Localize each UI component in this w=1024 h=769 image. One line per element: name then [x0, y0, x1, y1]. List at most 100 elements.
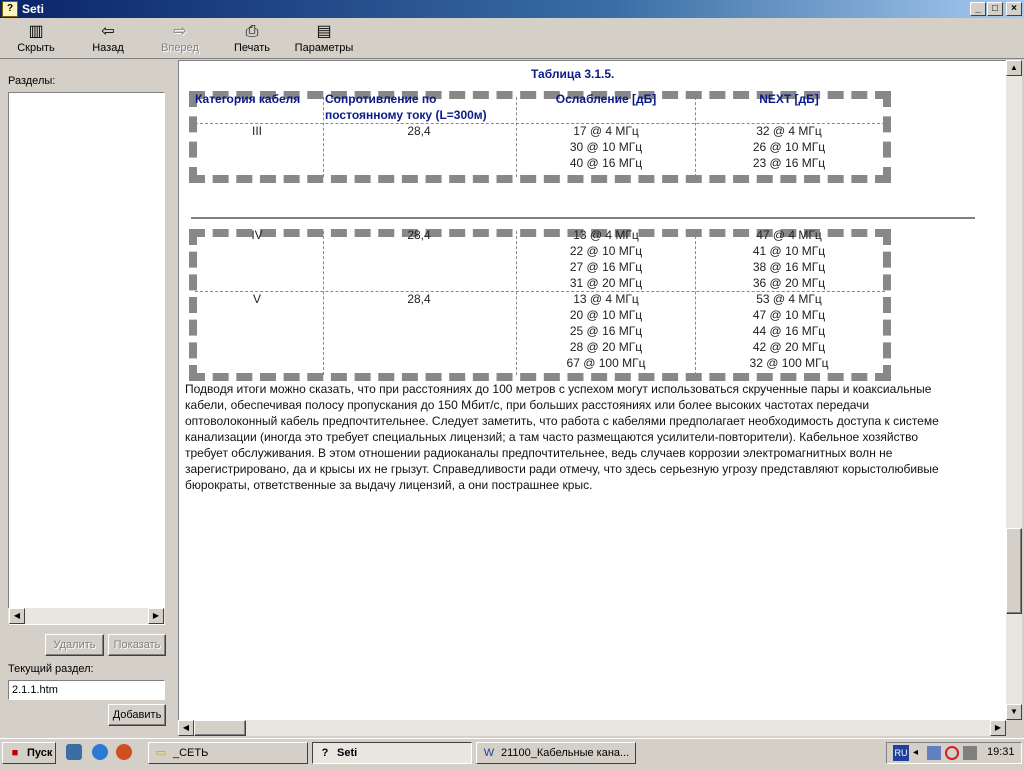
options-icon: ▤ — [316, 23, 332, 40]
scroll-left-icon[interactable]: ◀ — [178, 720, 194, 736]
scroll-thumb[interactable] — [194, 720, 246, 736]
close-button[interactable]: × — [1006, 2, 1022, 16]
table-divider — [695, 231, 696, 375]
forward-button[interactable]: ⇨ Вперед — [154, 20, 206, 58]
attenuation-value: 22 @ 10 МГц — [569, 244, 643, 258]
speaker-icon[interactable]: ◂ — [913, 747, 918, 758]
scroll-right-icon[interactable]: ▶ — [148, 608, 164, 624]
table-caption: Таблица 3.1.5. — [531, 67, 615, 81]
scroll-right-icon[interactable]: ▶ — [990, 720, 1006, 736]
table-divider — [516, 231, 517, 375]
task-label: 21100_Кабельные кана... — [501, 747, 630, 759]
sections-list[interactable] — [8, 92, 165, 625]
task-label: _СЕТЬ — [173, 747, 209, 759]
header-resistance: Сопротивление по постоянному току (L=300… — [325, 92, 487, 122]
hide-pane-icon: ▥ — [28, 23, 44, 40]
table-divider — [323, 231, 324, 375]
attenuation-value: 31 @ 20 МГц — [569, 276, 643, 290]
hide-button[interactable]: ▥ Скрыть — [10, 20, 62, 58]
print-label: Печать — [233, 42, 271, 54]
next-value: 42 @ 20 МГц — [752, 340, 826, 354]
maximize-button[interactable]: □ — [987, 2, 1003, 16]
sidebar: Разделы: ◀ ▶ Удалить Показать Текущий ра… — [0, 60, 176, 738]
row-category: IV — [251, 228, 263, 242]
hide-label: Скрыть — [17, 42, 55, 54]
current-section-input[interactable]: 2.1.1.htm — [8, 680, 165, 700]
scroll-up-icon[interactable]: ▲ — [1006, 60, 1022, 76]
browser-icon[interactable] — [116, 744, 132, 760]
next-value: 23 @ 16 МГц — [752, 156, 826, 170]
delete-button[interactable]: Удалить — [45, 634, 104, 656]
attenuation-value: 20 @ 10 МГц — [569, 308, 643, 322]
next-value: 47 @ 10 МГц — [752, 308, 826, 322]
row-resistance: 28,4 — [407, 228, 431, 242]
print-button[interactable]: ⎙ Печать — [226, 20, 278, 58]
back-button[interactable]: ⇦ Назад — [84, 20, 132, 58]
taskbar: ■ Пуск ▭ _СЕТЬ ? Seti W 21100_Кабельные … — [0, 738, 1024, 769]
next-value: 36 @ 20 МГц — [752, 276, 826, 290]
row-resistance: 28,4 — [407, 292, 431, 306]
table-divider — [323, 97, 324, 177]
arrow-right-icon: ⇨ — [173, 23, 187, 40]
next-value: 44 @ 16 МГц — [752, 324, 826, 338]
back-label: Назад — [92, 42, 124, 54]
attenuation-value: 13 @ 4 МГц — [573, 228, 639, 242]
row-next: 32 @ 4 МГц 26 @ 10 МГц 23 @ 16 МГц — [699, 123, 879, 171]
help-app-icon: ? — [321, 747, 329, 759]
clock: 19:31 — [987, 746, 1015, 758]
title-bar: ? Seti _ □ × — [0, 0, 1024, 18]
printer-icon: ⎙ — [245, 23, 259, 40]
add-button[interactable]: Добавить — [108, 704, 166, 726]
task-word[interactable]: W 21100_Кабельные кана... — [476, 742, 636, 764]
toolbar: ▥ Скрыть ⇦ Назад ⇨ Вперед ⎙ Печать ▤ Пар… — [0, 18, 1024, 59]
attenuation-value: 27 @ 16 МГц — [569, 260, 643, 274]
next-value: 32 @ 100 МГц — [749, 356, 829, 370]
row-next: 47 @ 4 МГц 41 @ 10 МГц 38 @ 16 МГц 36 @ … — [699, 227, 879, 291]
scroll-down-icon[interactable]: ▼ — [1006, 704, 1022, 720]
task-seti[interactable]: ? Seti — [312, 742, 472, 764]
windows-logo-icon: ■ — [11, 747, 19, 759]
word-icon: W — [483, 747, 495, 759]
next-value: 47 @ 4 МГц — [756, 228, 822, 242]
window-title: Seti — [22, 2, 45, 16]
sections-horizontal-scrollbar[interactable]: ◀ ▶ — [8, 608, 165, 624]
next-value: 41 @ 10 МГц — [752, 244, 826, 258]
page-break-rule — [191, 217, 975, 219]
header-next: NEXT [дБ] — [759, 92, 819, 106]
system-tray: RU ◂ 19:31 — [886, 742, 1022, 764]
options-button[interactable]: ▤ Параметры — [290, 20, 358, 58]
summary-paragraph: Подводя итоги можно сказать, что при рас… — [185, 382, 939, 492]
network-icon[interactable] — [927, 746, 941, 760]
options-label: Параметры — [294, 42, 354, 54]
antivirus-icon[interactable] — [945, 746, 959, 760]
start-button[interactable]: ■ Пуск — [2, 742, 56, 764]
attenuation-value: 25 @ 16 МГц — [569, 324, 643, 338]
table-divider — [516, 97, 517, 177]
next-value: 53 @ 4 МГц — [756, 292, 822, 306]
attenuation-value: 28 @ 20 МГц — [569, 340, 643, 354]
help-app-icon: ? — [2, 1, 18, 17]
current-section-label: Текущий раздел: — [8, 663, 94, 675]
content-horizontal-scrollbar[interactable]: ◀ ▶ — [178, 720, 1006, 736]
show-button[interactable]: Показать — [108, 634, 166, 656]
next-value: 38 @ 16 МГц — [752, 260, 826, 274]
language-indicator[interactable]: RU — [893, 745, 909, 761]
minimize-button[interactable]: _ — [970, 2, 986, 16]
attenuation-value: 13 @ 4 МГц — [573, 292, 639, 306]
task-folder[interactable]: ▭ _СЕТЬ — [148, 742, 308, 764]
next-value: 32 @ 4 МГц — [756, 124, 822, 138]
table-divider — [695, 97, 696, 177]
row-category: V — [252, 292, 261, 306]
desktop-icon[interactable] — [66, 744, 82, 760]
header-category: Категория кабеля — [195, 92, 301, 106]
scroll-thumb[interactable] — [1006, 528, 1022, 614]
tray-app-icon[interactable] — [963, 746, 977, 760]
scroll-left-icon[interactable]: ◀ — [9, 608, 25, 624]
folder-icon: ▭ — [155, 747, 167, 759]
ie-icon[interactable] — [92, 744, 108, 760]
next-value: 26 @ 10 МГц — [752, 140, 826, 154]
content-vertical-scrollbar[interactable]: ▲ ▼ — [1006, 60, 1022, 720]
attenuation-value: 67 @ 100 МГц — [566, 356, 646, 370]
start-label: Пуск — [27, 747, 53, 759]
row-category: III — [251, 124, 262, 138]
